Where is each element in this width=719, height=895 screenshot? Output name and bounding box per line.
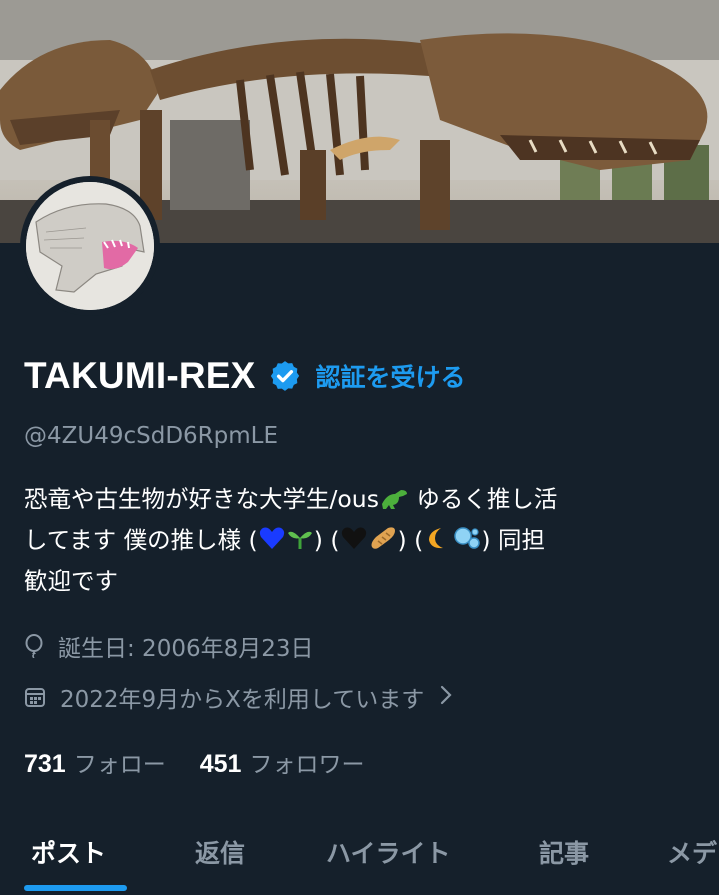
avatar-image [26, 182, 154, 310]
bread-emoji-icon [368, 524, 398, 562]
get-verified-link[interactable]: 認証を受ける [316, 358, 466, 394]
birthday-row: 誕生日: 2006年8月23日 [24, 629, 314, 663]
black-heart-emoji-icon [340, 524, 368, 562]
verified-badge-icon[interactable] [268, 359, 302, 393]
joined-row[interactable]: 2022年9月からXを利用しています [24, 680, 466, 714]
balloon-icon [25, 634, 43, 658]
follow-stats: 731 フォロー 451 フォロワー [24, 745, 364, 779]
tab-posts[interactable]: ポスト [31, 834, 106, 870]
tab-articles[interactable]: 記事 [539, 834, 589, 870]
followers-link[interactable]: 451 フォロワー [200, 745, 365, 779]
bio-line-3: 歓迎です [24, 567, 118, 595]
active-tab-indicator [24, 885, 127, 891]
following-label: フォロー [73, 752, 166, 778]
tab-replies[interactable]: 返信 [195, 834, 245, 870]
followers-label: フォロワー [249, 752, 365, 778]
calendar-icon [25, 688, 45, 707]
chevron-right-icon[interactable] [440, 683, 466, 711]
blue-heart-emoji-icon [258, 524, 286, 562]
profile-bio: 恐竜や古生物が好きな大学生/ous ゆるく推し活 してます 僕の推し様 () (… [24, 480, 704, 600]
dinosaur-emoji-icon [379, 483, 409, 521]
joined-text: 2022年9月からXを利用しています [60, 687, 425, 713]
followers-count: 451 [199, 750, 242, 778]
following-link[interactable]: 731 フォロー [24, 745, 166, 779]
username-handle: @4ZU49cSdD6RpmLE [24, 423, 279, 449]
tab-highlights[interactable]: ハイライト [326, 834, 451, 870]
bio-line-2: してます 僕の推し様 () () () 同担 [24, 521, 704, 562]
name-row: TAKUMI-REX 認証を受ける [24, 350, 466, 402]
bubbles-emoji-icon [451, 524, 481, 562]
birthday-text: 誕生日: 2006年8月23日 [58, 636, 314, 662]
crescent-moon-emoji-icon [423, 524, 451, 562]
following-count: 731 [24, 750, 66, 778]
profile-tabs: ポスト 返信 ハイライト 記事 メデ [0, 812, 719, 895]
avatar[interactable] [20, 176, 160, 316]
bio-line-1: 恐竜や古生物が好きな大学生/ous ゆるく推し活 [24, 480, 704, 521]
seedling-emoji-icon [286, 524, 314, 562]
display-name: TAKUMI-REX [24, 355, 256, 396]
tab-media[interactable]: メデ [667, 834, 717, 870]
